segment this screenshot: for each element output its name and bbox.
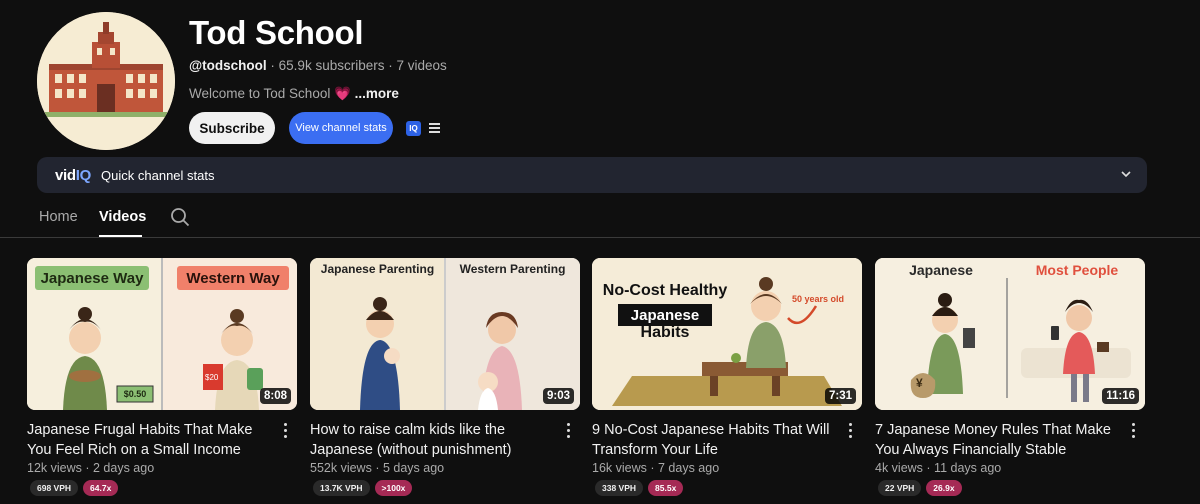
video-card[interactable]: Japanese Parenting Western Parenting 9:0… [310,258,580,496]
channel-handle: @todschool [189,58,267,73]
menu-icon[interactable] [429,123,440,133]
thumb-right-label: Western Way [186,269,280,287]
more-actions-icon[interactable] [849,423,853,439]
thumb-line1: No-Cost Healthy [602,282,728,299]
vidiq-logo: vidIQ [55,167,91,184]
video-thumbnail[interactable]: $20 Japanese Way Western Way $0.50 8:08 [27,258,297,410]
video-card[interactable]: No-Cost Healthy Japanese Habits 50 years… [592,258,862,496]
subscribe-button[interactable]: Subscribe [189,112,275,144]
video-duration: 9:03 [542,388,574,404]
video-views: 16k views [592,461,647,475]
more-actions-icon[interactable] [284,423,288,439]
thumb-line3: Habits [640,324,690,341]
thumb-left-label: Japanese [909,262,973,278]
vidiq-icon[interactable]: IQ [406,121,421,136]
video-thumbnail[interactable]: Japanese Most People ¥ 11:16 [875,258,1145,410]
more-link[interactable]: ...more [355,86,399,101]
video-thumbnail[interactable]: No-Cost Healthy Japanese Habits 50 years… [592,258,862,410]
video-title[interactable]: 9 No-Cost Japanese Habits That Will Tran… [592,421,842,460]
thumbnail-illustration [310,258,580,410]
channel-description[interactable]: Welcome to Tod School 💗 ...more [189,86,399,102]
quick-stats-label: Quick channel stats [101,167,215,183]
multiplier-badge: 85.5x [648,480,684,496]
more-actions-icon[interactable] [1132,423,1136,439]
channel-avatar[interactable] [37,12,175,150]
heart-emoji: 💗 [334,86,351,101]
vidiq-quick-stats-bar[interactable]: vidIQ Quick channel stats [37,157,1147,193]
more-actions-icon[interactable] [567,423,571,439]
tab-videos[interactable]: Videos [99,209,146,225]
vph-badge: 338 VPH [595,480,644,496]
vidiq-logo-iq: IQ [75,166,92,184]
school-building-logo [37,12,175,150]
vidiq-badges: 698 VPH 64.7x [30,480,119,496]
thumb-price-left: $0.50 [123,389,147,399]
thumb-price-right: $20 [205,373,219,382]
video-card[interactable]: Japanese Most People ¥ 11:16 7 Japanese … [875,258,1145,496]
multiplier-badge: 26.9x [926,480,962,496]
thumb-left-label: Japanese Way [40,269,144,287]
video-meta: 12k views · 2 days ago [27,461,155,475]
video-card[interactable]: $20 Japanese Way Western Way $0.50 8:08 … [27,258,297,496]
chevron-down-icon[interactable] [1119,167,1133,181]
multiplier-badge: >100x [374,480,413,496]
video-thumbnail[interactable]: Japanese Parenting Western Parenting 9:0… [310,258,580,410]
thumb-line2: Japanese [630,306,700,324]
video-age: 2 days ago [93,461,155,475]
thumb-yen: ¥ [916,376,923,390]
video-age: 11 days ago [934,461,1002,475]
description-text: Welcome to Tod School [189,86,331,101]
vidiq-logo-text: vid [55,166,76,184]
channel-stats-text: · 65.9k subscribers · 7 videos [266,58,447,73]
video-duration: 8:08 [259,388,291,404]
video-meta: 4k views · 11 days ago [875,461,1002,475]
thumb-right-label: Western Parenting [459,262,566,276]
vidiq-badges: 338 VPH 85.5x [595,480,684,496]
tabs-divider [0,237,1200,238]
video-age: 7 days ago [658,461,720,475]
thumb-right-label: Most People [1035,262,1119,278]
video-meta: 16k views · 7 days ago [592,461,720,475]
video-title[interactable]: Japanese Frugal Habits That Make You Fee… [27,421,277,460]
channel-meta: @todschool · 65.9k subscribers · 7 video… [189,58,447,73]
video-views: 12k views [27,461,82,475]
multiplier-badge: 64.7x [83,480,119,496]
vph-badge: 22 VPH [878,480,922,496]
vidiq-badges: 22 VPH 26.9x [878,480,962,496]
video-title[interactable]: 7 Japanese Money Rules That Make You Alw… [875,421,1125,460]
vph-badge: 698 VPH [30,480,79,496]
video-views: 552k views [310,461,372,475]
vph-badge: 13.7K VPH [313,480,370,496]
video-duration: 11:16 [1102,388,1139,404]
search-icon[interactable] [170,207,190,227]
video-title[interactable]: How to raise calm kids like the Japanese… [310,421,560,460]
video-views: 4k views [875,461,923,475]
video-age: 5 days ago [382,461,445,475]
thumb-age-label: 50 years old [792,294,845,304]
vidiq-badges: 13.7K VPH >100x [313,480,413,496]
thumb-left-label: Japanese Parenting [320,262,435,276]
tab-home[interactable]: Home [39,209,78,225]
video-duration: 7:31 [824,388,856,404]
video-meta: 552k views · 5 days ago [310,461,445,475]
channel-name: Tod School [189,14,364,51]
view-channel-stats-button[interactable]: View channel stats [289,112,393,144]
